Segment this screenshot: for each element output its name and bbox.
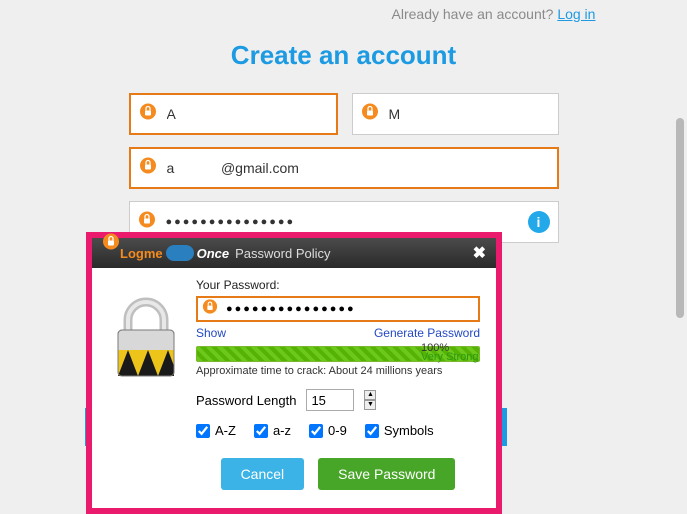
chk-symbols-box[interactable] [365, 424, 379, 438]
cancel-button[interactable]: Cancel [221, 458, 305, 490]
chk-digits-box[interactable] [309, 424, 323, 438]
chk-upper-box[interactable] [196, 424, 210, 438]
email-field-wrap[interactable] [129, 147, 559, 189]
brand-text: Logme [120, 246, 163, 261]
brand-icon [102, 232, 120, 253]
login-link[interactable]: Log in [557, 6, 595, 22]
strength-label: 100% Very Strong [421, 344, 478, 362]
first-name-field[interactable] [167, 106, 324, 122]
existing-account-hint: Already have an account? Log in [0, 0, 687, 22]
last-name-field[interactable] [389, 106, 546, 122]
crack-time-text: Approximate time to crack: About 24 mill… [196, 365, 480, 377]
password-mask: ●●●●●●●●●●●●●●● [166, 216, 296, 228]
password-input[interactable] [226, 303, 472, 315]
page-title: Create an account [0, 40, 687, 71]
chk-digits[interactable]: 0-9 [309, 423, 347, 438]
length-label: Password Length [196, 393, 296, 408]
modal-title: Password Policy [235, 246, 330, 261]
person-icon [139, 103, 157, 126]
brand-text-2: Once [197, 246, 230, 261]
chk-upper[interactable]: A-Z [196, 423, 236, 438]
email-field[interactable] [167, 160, 545, 176]
lock-icon [202, 299, 218, 320]
modal-header: Logme Once Password Policy ✖ [92, 238, 496, 268]
email-icon [139, 157, 157, 180]
lock-illustration [108, 278, 186, 490]
last-name-field-wrap[interactable] [352, 93, 559, 135]
length-stepper[interactable]: ▲ ▼ [364, 390, 376, 410]
chk-lower-box[interactable] [254, 424, 268, 438]
info-icon[interactable]: i [528, 211, 550, 233]
signup-form: ●●●●●●●●●●●●●●● i [129, 93, 559, 243]
chk-symbols[interactable]: Symbols [365, 423, 434, 438]
length-input[interactable] [306, 389, 354, 411]
step-up-icon[interactable]: ▲ [364, 390, 376, 400]
close-icon[interactable]: ✖ [473, 243, 486, 263]
person-icon [361, 103, 379, 126]
password-policy-modal: Logme Once Password Policy ✖ [86, 232, 502, 514]
page-scrollbar[interactable] [676, 118, 684, 318]
show-password-link[interactable]: Show [196, 326, 226, 340]
password-input-wrap[interactable] [196, 296, 480, 322]
lock-icon [138, 211, 156, 234]
chk-lower[interactable]: a-z [254, 423, 291, 438]
hint-text: Already have an account? [392, 6, 558, 22]
cloud-icon [166, 245, 194, 261]
generate-password-link[interactable]: Generate Password [374, 326, 480, 340]
step-down-icon[interactable]: ▼ [364, 400, 376, 410]
first-name-field-wrap[interactable] [129, 93, 338, 135]
your-password-label: Your Password: [196, 278, 480, 292]
save-password-button[interactable]: Save Password [318, 458, 455, 490]
